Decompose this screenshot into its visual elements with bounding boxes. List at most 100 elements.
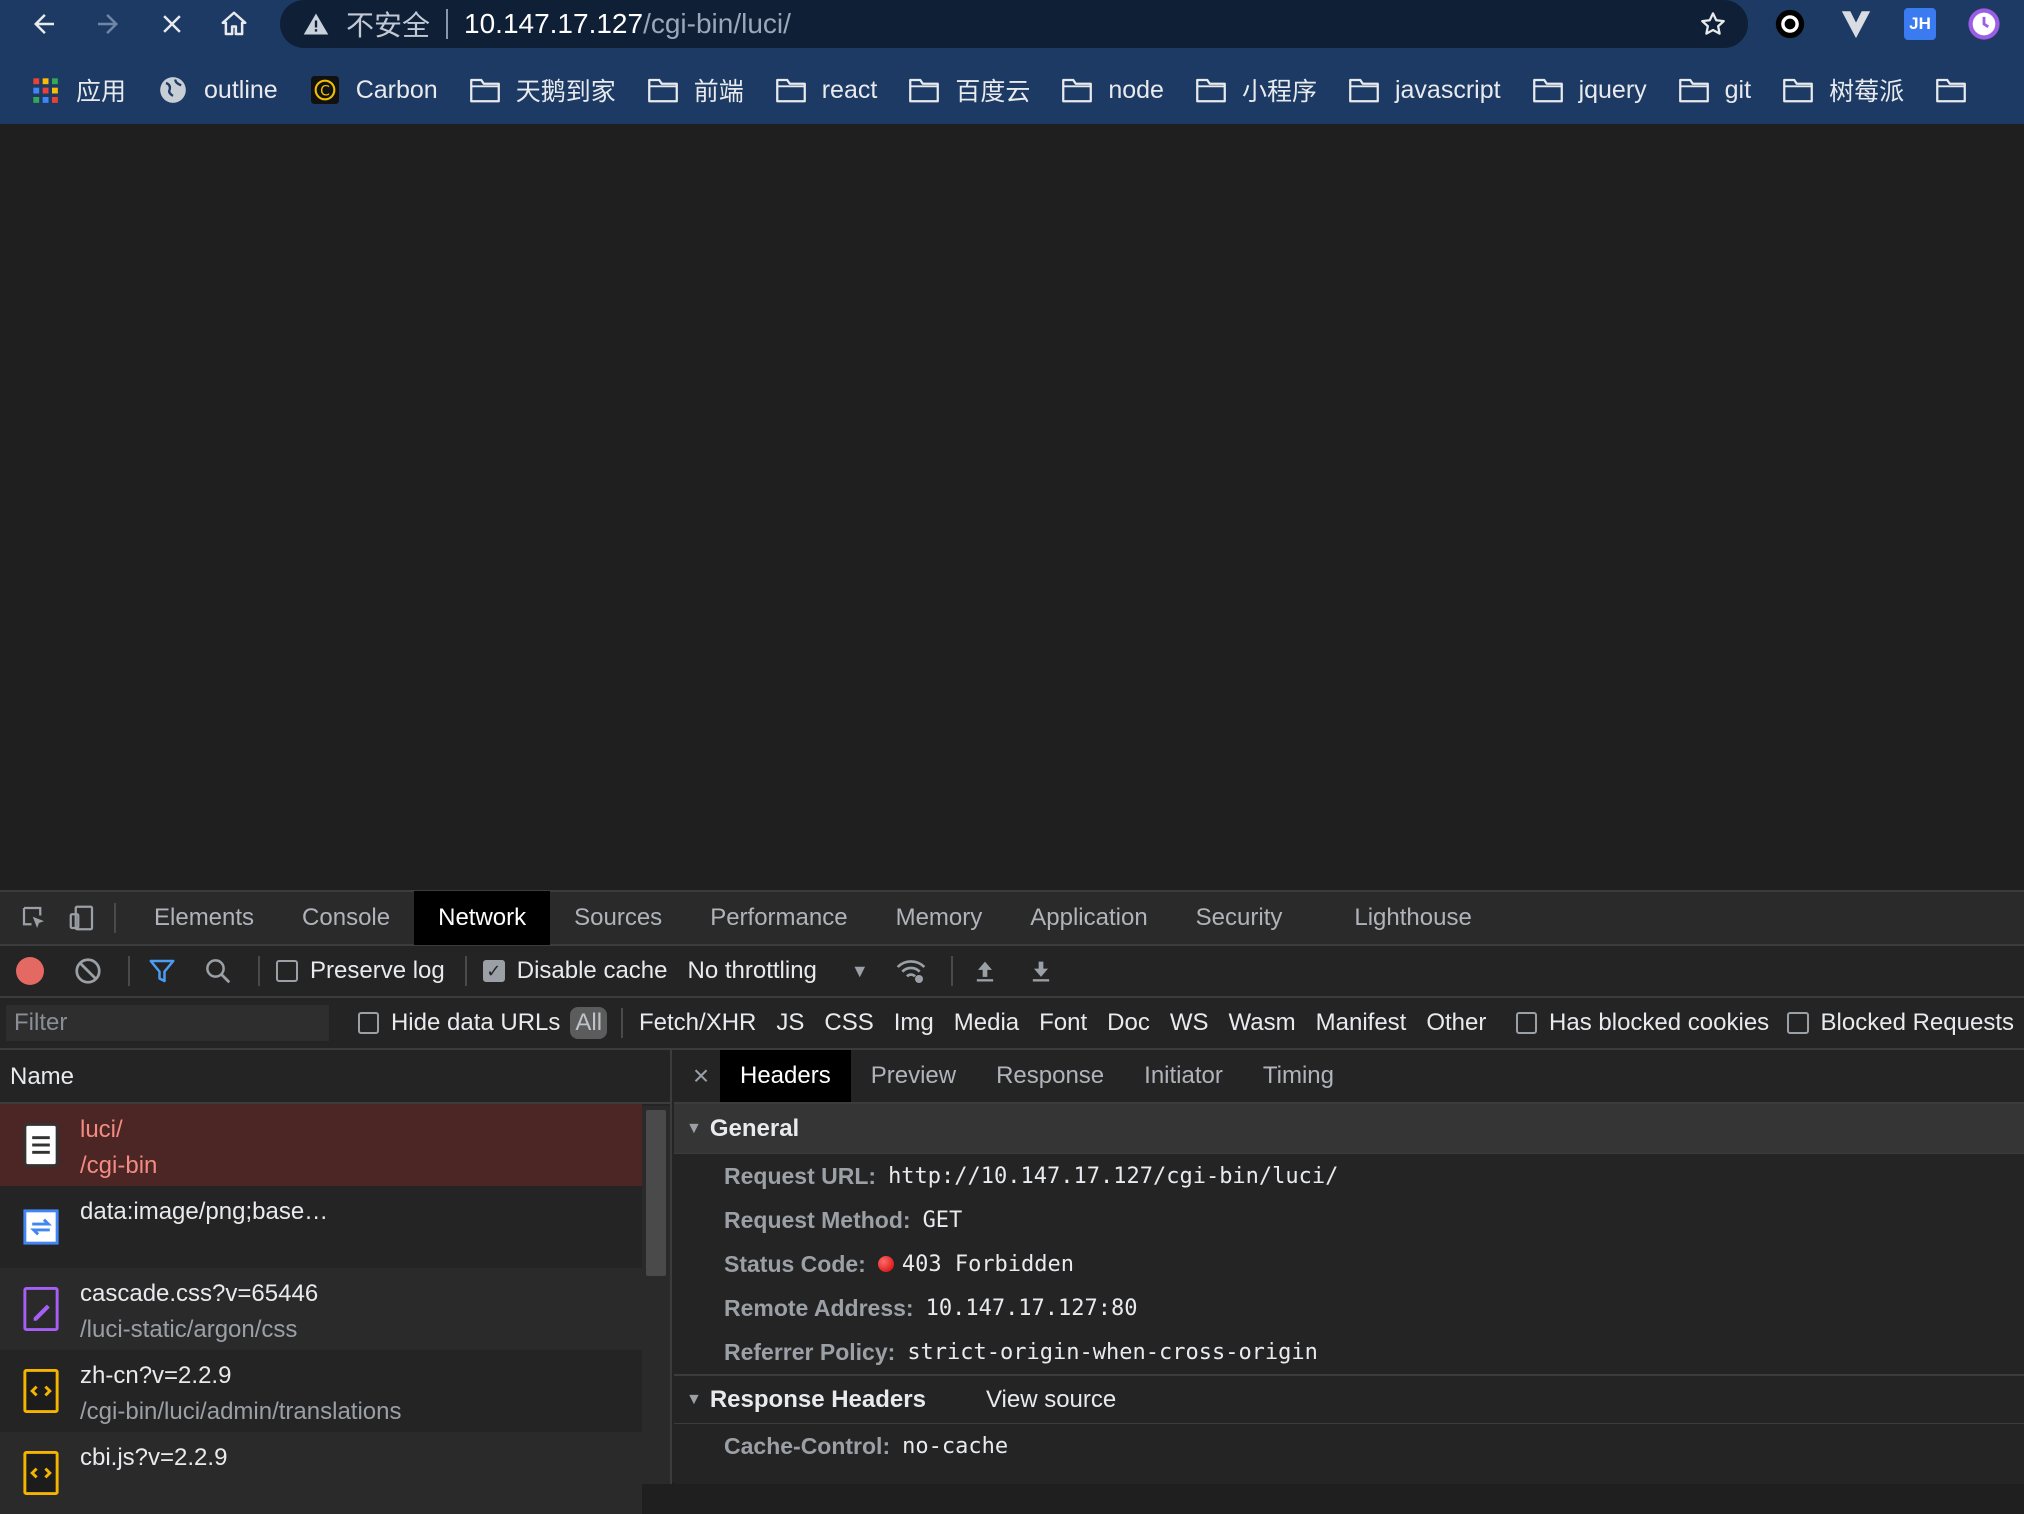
- forward-button[interactable]: [86, 4, 130, 44]
- filter-type-ws[interactable]: WS: [1160, 1009, 1219, 1037]
- network-conditions-icon[interactable]: [895, 955, 927, 987]
- request-row[interactable]: luci/ /cgi-bin: [0, 1104, 642, 1186]
- ext-v-icon[interactable]: [1836, 4, 1876, 44]
- home-button[interactable]: [212, 4, 256, 44]
- close-detail-icon[interactable]: ×: [682, 1060, 720, 1092]
- response-headers-section-header[interactable]: ▼ Response Headers View source: [674, 1374, 2024, 1424]
- ext-jh-icon[interactable]: JH: [1900, 4, 1940, 44]
- security-label[interactable]: 不安全: [346, 4, 430, 44]
- request-row[interactable]: cascade.css?v=65446/luci-static/argon/cs…: [0, 1268, 642, 1350]
- bookmark-overflow[interactable]: [1936, 76, 1982, 104]
- filter-type-fetchxhr[interactable]: Fetch/XHR: [629, 1009, 766, 1037]
- stop-button[interactable]: [150, 4, 194, 44]
- tab-network[interactable]: Network: [414, 891, 551, 945]
- filter-type-doc[interactable]: Doc: [1097, 1009, 1160, 1037]
- bookmark-label: 前端: [693, 78, 744, 106]
- bookmark-item[interactable]: 小程序: [1196, 72, 1317, 108]
- request-name: cbi.js?v=2.2.9: [80, 1444, 228, 1471]
- has-blocked-cookies-checkbox[interactable]: [1515, 1012, 1538, 1034]
- bookmark-item[interactable]: 百度云: [909, 72, 1030, 108]
- bookmark-item[interactable]: node: [1062, 76, 1164, 105]
- filter-type-font[interactable]: Font: [1029, 1009, 1097, 1037]
- tab-memory[interactable]: Memory: [872, 891, 1007, 945]
- bookmark-item[interactable]: 树莓派: [1783, 72, 1904, 108]
- filter-type-manifest[interactable]: Manifest: [1306, 1009, 1417, 1037]
- record-button[interactable]: [16, 957, 44, 985]
- filter-type-other[interactable]: Other: [1416, 1009, 1496, 1037]
- filter-type-css[interactable]: CSS: [814, 1009, 883, 1037]
- detail-tab-headers[interactable]: Headers: [720, 1050, 851, 1102]
- tab-sources[interactable]: Sources: [550, 891, 686, 945]
- inspect-element-icon[interactable]: [16, 900, 52, 936]
- ext-clock-icon[interactable]: [1964, 4, 2004, 44]
- tab-security[interactable]: Security: [1172, 891, 1307, 945]
- bookmark-item[interactable]: C Carbon: [310, 76, 438, 105]
- disable-cache-checkbox[interactable]: ✓: [482, 960, 505, 982]
- bookmark-label: 小程序: [1241, 78, 1317, 106]
- filter-all[interactable]: All: [570, 1007, 608, 1039]
- filter-input[interactable]: [6, 1005, 329, 1041]
- ext-circle-icon[interactable]: [1770, 4, 1810, 44]
- detail-tab-initiator[interactable]: Initiator: [1124, 1050, 1243, 1102]
- request-row[interactable]: data:image/png;base…: [0, 1186, 642, 1268]
- bookmark-item[interactable]: git: [1678, 76, 1751, 105]
- name-column-header[interactable]: Name: [0, 1050, 670, 1104]
- filter-type-media[interactable]: Media: [944, 1009, 1029, 1037]
- tab-lighthouse[interactable]: Lighthouse: [1330, 891, 1495, 945]
- bookmark-label: 树莓派: [1829, 78, 1905, 106]
- search-icon[interactable]: [202, 955, 234, 987]
- collapse-triangle-icon: ▼: [686, 1119, 702, 1137]
- tab-console[interactable]: Console: [278, 891, 414, 945]
- response-header-row: Cache-Control: no-cache: [674, 1424, 2024, 1468]
- resource-type-filters: Fetch/XHR JS CSS Img Media Font Doc WS Wasm Manif…: [629, 1009, 1496, 1037]
- folder-icon: [1062, 76, 1093, 104]
- tab-application[interactable]: Application: [1006, 891, 1171, 945]
- preserve-log-checkbox[interactable]: [276, 960, 298, 982]
- detail-tab-response[interactable]: Response: [976, 1050, 1124, 1102]
- request-row[interactable]: cbi.js?v=2.2.9: [0, 1432, 642, 1514]
- bookmark-item[interactable]: jquery: [1532, 76, 1647, 105]
- scrollbar-thumb[interactable]: [646, 1110, 666, 1276]
- request-name: zh-cn?v=2.2.9: [80, 1362, 232, 1389]
- bookmark-item[interactable]: 天鹅到家: [469, 72, 616, 108]
- header-key: Cache-Control:: [724, 1432, 891, 1459]
- bookmark-item[interactable]: javascript: [1349, 76, 1501, 105]
- device-toolbar-icon[interactable]: [64, 900, 100, 936]
- blocked-requests-checkbox[interactable]: [1787, 1012, 1809, 1034]
- folder-icon: [1349, 76, 1379, 104]
- has-blocked-cookies-label: Has blocked cookies: [1549, 1009, 1770, 1036]
- request-row[interactable]: zh-cn?v=2.2.9/cgi-bin/luci/admin/transla…: [0, 1350, 642, 1432]
- request-path: /cgi-bin: [80, 1152, 158, 1179]
- bookmark-item[interactable]: 应用: [30, 72, 126, 108]
- detail-tab-timing[interactable]: Timing: [1243, 1050, 1354, 1102]
- general-section-header[interactable]: ▼ General: [674, 1104, 2024, 1154]
- hide-data-urls-checkbox[interactable]: [357, 1012, 379, 1034]
- back-button[interactable]: [22, 4, 66, 44]
- request-list-scrollbar[interactable]: [642, 1106, 670, 1484]
- bookmark-item[interactable]: outline: [158, 76, 278, 105]
- bookmark-star-icon[interactable]: [1698, 9, 1728, 39]
- request-name: luci/: [80, 1116, 123, 1143]
- tab-elements[interactable]: Elements: [130, 891, 278, 945]
- header-value: no-cache: [902, 1433, 1009, 1459]
- throttling-select[interactable]: No throttling ▼: [687, 957, 868, 985]
- address-bar[interactable]: 不安全 10.147.17.127/cgi-bin/luci/: [280, 0, 1748, 48]
- script-icon: [22, 1450, 60, 1496]
- import-har-icon[interactable]: [969, 955, 1001, 987]
- detail-tab-preview[interactable]: Preview: [851, 1050, 976, 1102]
- bookmark-item[interactable]: react: [775, 76, 877, 105]
- tab-performance[interactable]: Performance: [686, 891, 871, 945]
- export-har-icon[interactable]: [1025, 955, 1057, 987]
- bookmark-item[interactable]: 前端: [647, 72, 744, 108]
- clear-icon[interactable]: [72, 955, 104, 987]
- view-source-link[interactable]: View source: [986, 1386, 1116, 1414]
- filter-icon[interactable]: [146, 955, 178, 987]
- apps-grid-icon: [30, 76, 60, 104]
- filter-separator: [621, 1008, 623, 1038]
- filter-type-wasm[interactable]: Wasm: [1219, 1009, 1306, 1037]
- request-text: zh-cn?v=2.2.9/cgi-bin/luci/admin/transla…: [80, 1358, 401, 1430]
- filter-type-js[interactable]: JS: [766, 1009, 814, 1037]
- general-row: Request URL: http://10.147.17.127/cgi-bin…: [674, 1154, 2024, 1198]
- filter-type-img[interactable]: Img: [884, 1009, 944, 1037]
- devtools-tabbar: Elements Console Network Sources Performance…: [0, 891, 2024, 946]
